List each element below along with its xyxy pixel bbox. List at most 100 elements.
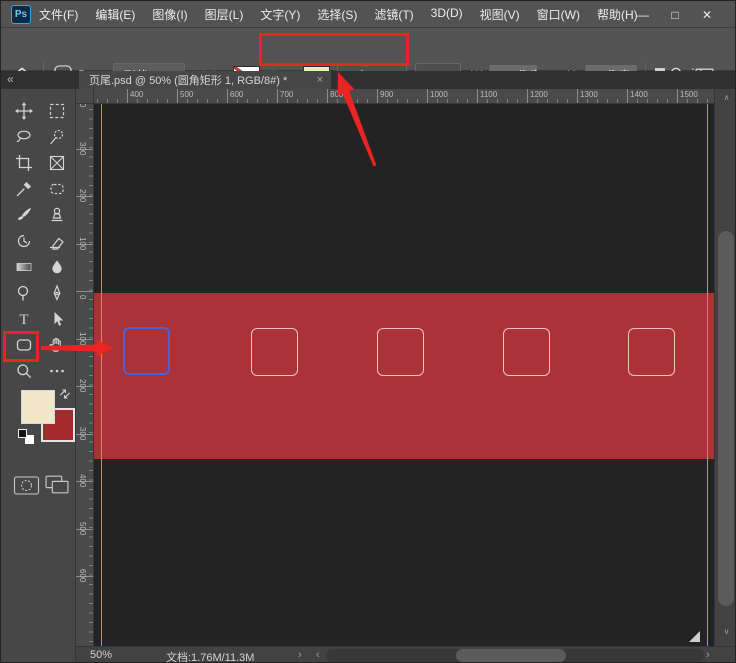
ruler-label: 0	[78, 284, 87, 310]
ruler-label: 300	[78, 421, 87, 447]
ruler-label: 1400	[630, 90, 648, 99]
path-selection-tool[interactable]	[48, 310, 66, 328]
dodge-tool[interactable]	[15, 284, 33, 302]
guide-line-left	[101, 104, 102, 646]
menu-3d[interactable]: 3D(D)	[431, 6, 463, 23]
document-tab-bar: « 页尾.psd @ 50% (圆角矩形 1, RGB/8#) * ×	[1, 71, 736, 89]
quick-selection-tool[interactable]	[48, 128, 66, 146]
crop-tool[interactable]	[15, 154, 33, 172]
ruler-label: 600	[230, 90, 243, 99]
scroll-down-icon[interactable]: ∨	[715, 627, 736, 636]
default-colors-icon[interactable]	[18, 429, 27, 438]
ruler-label: 500	[78, 516, 87, 542]
ruler-label: 500	[180, 90, 193, 99]
document-canvas[interactable]	[94, 104, 714, 646]
scroll-right-icon[interactable]: ›	[706, 649, 710, 661]
rounded-rectangle-shape	[377, 328, 424, 376]
ruler-label: 200	[78, 373, 87, 399]
menu-view[interactable]: 视图(V)	[480, 6, 520, 23]
ruler-label: 400	[78, 104, 87, 114]
more-tools-icon[interactable]	[48, 362, 66, 380]
collapse-panel-icon[interactable]: «	[7, 72, 14, 86]
menu-filter[interactable]: 滤镜(T)	[374, 6, 413, 23]
brush-tool[interactable]	[15, 206, 33, 224]
guide-line-right	[707, 104, 708, 646]
menu-type[interactable]: 文字(Y)	[260, 6, 300, 23]
vertical-ruler[interactable]: 400 300 200 100 0 100 200 300 400 500 60…	[76, 104, 94, 646]
status-bar: 50% 文档:1.76M/11.3M › ‹ ›	[76, 646, 736, 663]
ruler-label: 1000	[430, 90, 448, 99]
ruler-label: 200	[78, 183, 87, 209]
ruler-label: 900	[380, 90, 393, 99]
menu-items: 文件(F) 编辑(E) 图像(I) 图层(L) 文字(Y) 选择(S) 滤镜(T…	[39, 6, 638, 23]
menu-file[interactable]: 文件(F)	[39, 6, 78, 23]
menu-select[interactable]: 选择(S)	[317, 6, 357, 23]
rounded-rectangle-shape	[628, 328, 675, 376]
menu-window[interactable]: 窗口(W)	[537, 6, 580, 23]
eraser-tool[interactable]	[48, 232, 66, 250]
ruler-label: 400	[130, 90, 143, 99]
foreground-color-swatch[interactable]	[21, 390, 55, 424]
svg-text:T: T	[19, 312, 28, 328]
history-brush-tool[interactable]	[15, 232, 33, 250]
status-expand-icon[interactable]: ›	[298, 649, 302, 661]
footer-red-band	[94, 293, 714, 459]
shape-tool-rounded-rectangle[interactable]	[15, 336, 33, 354]
menu-edit[interactable]: 编辑(E)	[95, 6, 135, 23]
close-button[interactable]: ✕	[699, 8, 715, 22]
lasso-tool[interactable]	[15, 128, 33, 146]
document-tab[interactable]: 页尾.psd @ 50% (圆角矩形 1, RGB/8#) * ×	[79, 71, 331, 89]
ruler-label: 100	[78, 231, 87, 257]
ruler-label: 100	[78, 326, 87, 352]
maximize-button[interactable]: □	[667, 8, 683, 22]
frame-tool[interactable]	[48, 154, 66, 172]
scroll-up-icon[interactable]: ∧	[715, 93, 736, 102]
marquee-tool[interactable]	[48, 102, 66, 120]
options-bar: ▾ 形状 ▾ 填充: 描边: 1 点 ▾ ▾ W: 851 像素 H: 94 像…	[1, 28, 736, 71]
ruler-label: 1300	[580, 90, 598, 99]
tab-close-icon[interactable]: ×	[317, 74, 323, 86]
ruler-label: 300	[78, 136, 87, 162]
vertical-scrollbar[interactable]: ∧ ∨	[714, 89, 736, 646]
horizontal-ruler[interactable]: 400 500 600 700 800 900 1000 1100 1200 1…	[76, 89, 714, 104]
ruler-label: 1100	[480, 90, 497, 99]
rounded-rectangle-shape	[503, 328, 550, 376]
patch-tool[interactable]	[48, 180, 66, 198]
move-tool[interactable]	[15, 102, 33, 120]
type-tool[interactable]: T	[15, 310, 33, 328]
pen-tool[interactable]	[48, 284, 66, 302]
blur-tool[interactable]	[48, 258, 66, 276]
photoshop-window: Ps 文件(F) 编辑(E) 图像(I) 图层(L) 文字(Y) 选择(S) 滤…	[0, 0, 736, 663]
ruler-label: 1200	[530, 90, 548, 99]
ruler-label: 400	[78, 468, 87, 494]
ruler-label: 1500	[680, 90, 698, 99]
clone-stamp-tool[interactable]	[48, 206, 66, 224]
menu-bar: Ps 文件(F) 编辑(E) 图像(I) 图层(L) 文字(Y) 选择(S) 滤…	[1, 1, 736, 28]
tools-panel: T	[1, 89, 76, 663]
rounded-rectangle-shape	[251, 328, 298, 376]
screen-mode-button[interactable]	[45, 475, 69, 499]
vertical-scrollbar-thumb[interactable]	[718, 231, 734, 606]
window-controls: — □ ✕	[635, 1, 715, 28]
ruler-origin-corner[interactable]	[76, 89, 94, 104]
menu-image[interactable]: 图像(I)	[152, 6, 187, 23]
minimize-button[interactable]: —	[635, 8, 651, 22]
hand-tool[interactable]	[48, 336, 66, 354]
zoom-tool[interactable]	[15, 362, 33, 380]
document-size-info: 文档:1.76M/11.3M	[166, 649, 254, 663]
ruler-label: 700	[280, 90, 293, 99]
scroll-left-icon[interactable]: ‹	[316, 649, 320, 661]
menu-help[interactable]: 帮助(H)	[597, 6, 638, 23]
quick-mask-button[interactable]	[13, 476, 40, 501]
zoom-level-field[interactable]: 50%	[90, 649, 112, 661]
horizontal-scrollbar-thumb[interactable]	[456, 649, 566, 662]
rounded-rectangle-shape-selected	[123, 327, 170, 375]
menu-layer[interactable]: 图层(L)	[205, 6, 244, 23]
ruler-label: 600	[78, 563, 87, 589]
document-tab-title: 页尾.psd @ 50% (圆角矩形 1, RGB/8#) *	[89, 72, 311, 88]
ruler-label: 800	[330, 90, 343, 99]
eyedropper-tool[interactable]	[15, 180, 33, 198]
swap-colors-icon[interactable]	[58, 387, 72, 406]
gradient-tool[interactable]	[15, 258, 33, 276]
photoshop-logo: Ps	[11, 5, 31, 24]
